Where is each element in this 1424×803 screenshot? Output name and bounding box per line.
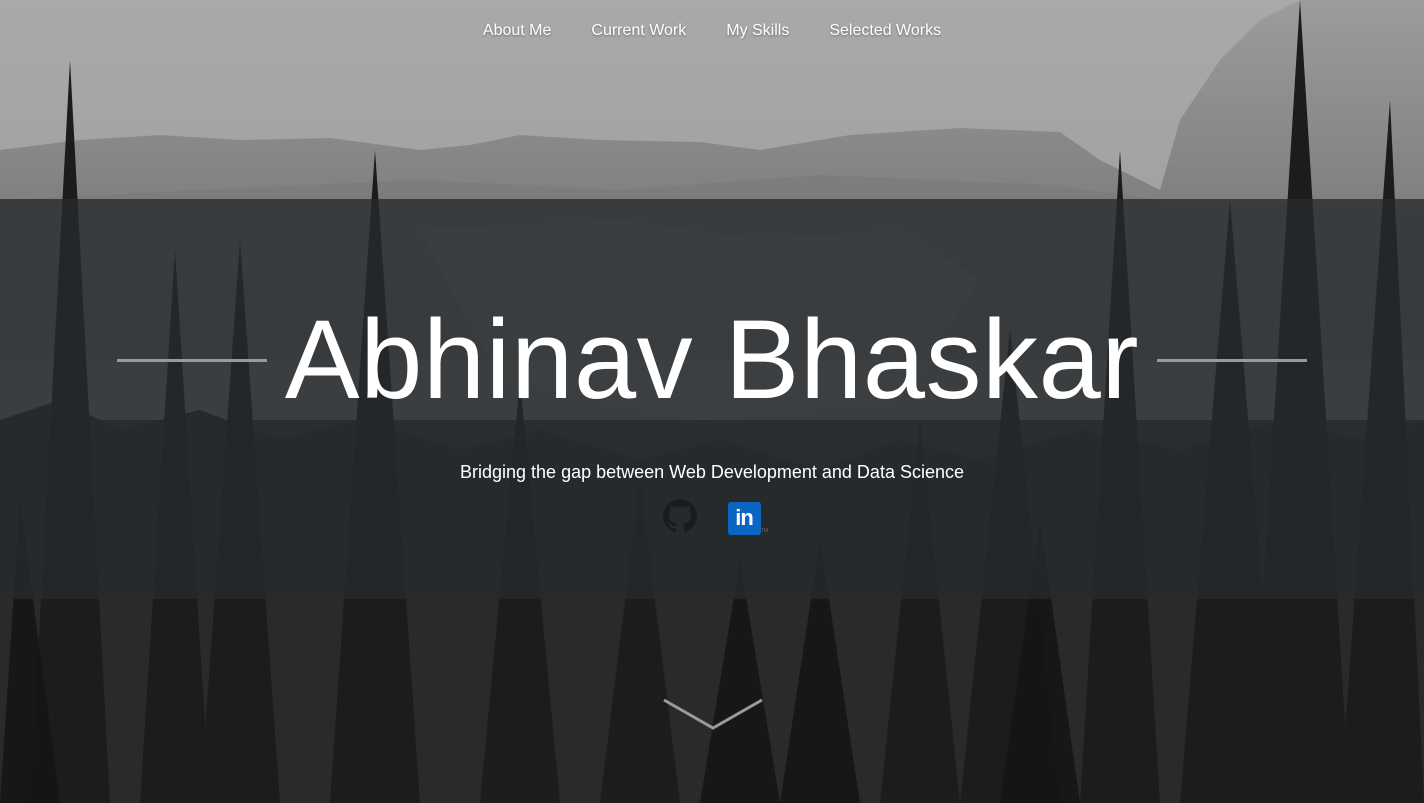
linkedin-link[interactable]: in TM bbox=[726, 500, 768, 536]
github-icon bbox=[663, 498, 697, 538]
github-link[interactable] bbox=[662, 498, 698, 538]
linkedin-icon-text: in bbox=[735, 505, 754, 530]
nav-my-skills-link[interactable]: My Skills bbox=[706, 22, 809, 40]
hero-title: Abhinav Bhaskar bbox=[284, 297, 1140, 422]
hero-title-row: Abhinav Bhaskar bbox=[0, 290, 1424, 430]
linkedin-icon: in bbox=[727, 501, 761, 535]
title-right-rule bbox=[1157, 358, 1308, 362]
nav-selected-works-link[interactable]: Selected Works bbox=[809, 22, 961, 40]
top-navigation: About Me Current Work My Skills Selected… bbox=[0, 0, 1424, 62]
nav-current-work-link[interactable]: Current Work bbox=[571, 22, 706, 40]
title-left-rule bbox=[116, 358, 267, 362]
scroll-down-chevron-icon[interactable] bbox=[662, 696, 764, 732]
social-links: in TM bbox=[0, 498, 1424, 538]
linkedin-trademark: TM bbox=[760, 528, 768, 534]
hero-tagline: Bridging the gap between Web Development… bbox=[460, 462, 964, 482]
nav-about-me-link[interactable]: About Me bbox=[463, 22, 571, 40]
